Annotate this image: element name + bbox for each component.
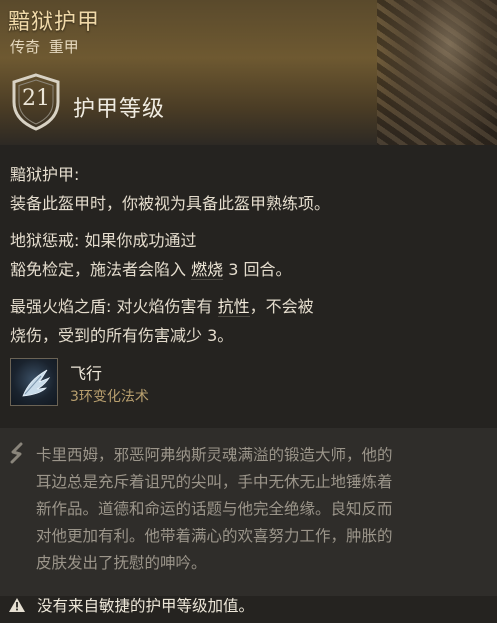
property-hellish-rebuke: 地狱惩戒: 如果你成功通过 <box>10 226 490 255</box>
properties-section: 黯狱护甲: 装备此盔甲时，你被视为具备此盔甲熟练项。 地狱惩戒: 如果你成功通过… <box>10 160 490 350</box>
lore-line: 皮肤发出了抚慰的呻吟。 <box>36 554 207 572</box>
lore-line: 新作品。道德和命运的话题与他完全绝缘。良知反而 <box>36 500 393 518</box>
keyword-burning[interactable]: 燃烧 <box>191 260 224 280</box>
lore-line: 卡里西姆，邪恶阿弗纳斯灵魂满溢的锻造大师，他的 <box>36 446 393 464</box>
property-text: 3 回合。 <box>228 260 292 279</box>
armor-class-label: 护甲等级 <box>73 97 166 122</box>
warning-row: 没有来自敏捷的护甲等级加值。 <box>8 594 254 620</box>
property-text: 豁免检定，施法者会陷入 <box>10 260 187 279</box>
property-line: 豁免检定，施法者会陷入 燃烧 3 回合。 <box>10 255 490 284</box>
property-text: 对火焰伤害有 <box>116 297 213 316</box>
property-title: 黯狱护甲: <box>10 165 80 184</box>
property-text: ，不会被 <box>249 297 314 316</box>
property-title: 地狱惩戒: <box>10 231 80 250</box>
tooltip-header: 黯狱护甲 传奇 重甲 21 护甲等级 <box>0 0 497 145</box>
spell-level: 3环变化法术 <box>70 389 149 405</box>
lore-section: 卡里西姆，邪恶阿弗纳斯灵魂满溢的锻造大师，他的 耳边总是充斥着诅咒的尖叫，手中无… <box>0 428 497 596</box>
armor-class-shield: 21 <box>8 72 64 132</box>
lore-text: 卡里西姆，邪恶阿弗纳斯灵魂满溢的锻造大师，他的 耳边总是充斥着诅咒的尖叫，手中无… <box>36 442 484 577</box>
item-type: 重甲 <box>48 38 79 56</box>
property-title: 最强火焰之盾: <box>10 297 112 316</box>
armor-class-value: 21 <box>22 86 50 111</box>
property-fire-shield: 最强火焰之盾: 对火焰伤害有 抗性，不会被 <box>10 292 490 321</box>
quill-icon <box>10 442 23 464</box>
property-line: 烧伤，受到的所有伤害减少 3。 <box>10 326 234 345</box>
property-text: 装备此盔甲时，你被视为具备此盔甲熟练项。 <box>10 194 331 213</box>
keyword-resistance[interactable]: 抗性 <box>217 297 250 317</box>
wing-icon[interactable] <box>10 358 58 406</box>
item-rarity: 传奇 <box>10 38 41 56</box>
property-text: 如果你成功通过 <box>84 231 197 250</box>
lore-line: 耳边总是充斥着诅咒的尖叫，手中无休无止地锤炼着 <box>36 473 393 491</box>
item-name: 黯狱护甲 <box>8 10 101 35</box>
warning-icon <box>9 598 25 612</box>
spell-name: 飞行 <box>70 364 103 383</box>
item-subtitle: 传奇 重甲 <box>10 36 79 57</box>
armor-portrait <box>377 0 497 145</box>
warning-text: 没有来自敏捷的护甲等级加值。 <box>36 597 254 615</box>
lore-line: 对他更加有利。他带着满心的欢喜努力工作，肿胀的 <box>36 527 393 545</box>
spell-entry[interactable]: 飞行 3环变化法术 <box>10 358 310 410</box>
